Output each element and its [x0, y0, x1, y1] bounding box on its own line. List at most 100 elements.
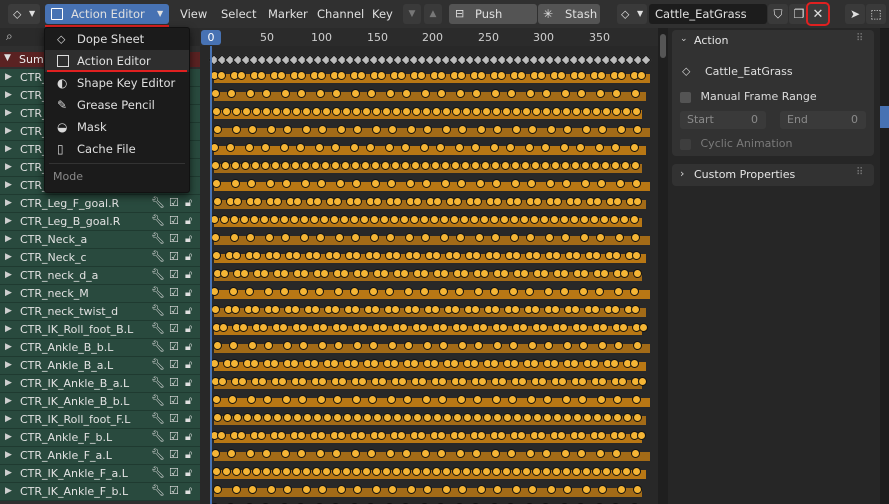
keyframe[interactable] [542, 107, 551, 116]
keyframe[interactable] [597, 431, 606, 440]
keyframe[interactable] [473, 413, 482, 422]
keyframe[interactable] [457, 71, 466, 80]
keyframe[interactable] [522, 467, 531, 476]
keyframe[interactable] [461, 161, 470, 170]
keyframe[interactable] [403, 413, 412, 422]
keyframe[interactable] [510, 233, 519, 242]
keyframe[interactable] [390, 359, 399, 368]
keyframe[interactable] [491, 89, 500, 98]
keyframe[interactable] [302, 125, 311, 134]
keyframe[interactable] [490, 287, 499, 296]
keyframe[interactable] [290, 215, 299, 224]
wrench-icon[interactable]: 🔧︎ [151, 412, 165, 425]
push-down-button[interactable]: ⊟ Push Down [449, 4, 537, 41]
keyframe[interactable] [293, 413, 302, 422]
keyframe[interactable] [621, 161, 630, 170]
keyframe[interactable] [570, 215, 579, 224]
keyframe[interactable] [501, 161, 510, 170]
keyframe[interactable] [610, 359, 619, 368]
checkbox-icon[interactable]: ☑ [169, 466, 179, 479]
keyframe[interactable] [211, 305, 220, 314]
keyframe[interactable] [582, 107, 591, 116]
keyframe[interactable] [300, 269, 309, 278]
current-frame-indicator[interactable]: 0 [201, 30, 221, 45]
stash-button[interactable]: ✳ Stash [538, 4, 600, 24]
keyframe[interactable] [553, 197, 562, 206]
keyframe[interactable] [530, 215, 539, 224]
channel-row[interactable]: ▶ CTR_Ankle_B_b.L 🔧︎ ☑ 🔓︎ [0, 339, 200, 357]
keyframe[interactable] [531, 305, 540, 314]
keyframe[interactable] [310, 359, 319, 368]
keyframe[interactable] [311, 161, 320, 170]
keyframe[interactable] [512, 485, 521, 494]
wrench-icon[interactable]: 🔧︎ [151, 268, 165, 281]
keyframe[interactable] [263, 413, 272, 422]
keyframe[interactable] [317, 395, 326, 404]
keyframe[interactable] [413, 413, 422, 422]
keyframe[interactable] [398, 377, 407, 386]
keyframe[interactable] [410, 215, 419, 224]
lock-icon[interactable]: 🔓︎ [185, 412, 192, 426]
expand-triangle-icon[interactable]: ▶ [5, 234, 12, 244]
keyframe[interactable] [401, 143, 410, 152]
keyframe[interactable] [264, 287, 273, 296]
keyframe[interactable] [221, 161, 230, 170]
channel-row[interactable]: ▶ CTR_neck_twist_d 🔧︎ ☑ 🔓︎ [0, 303, 200, 321]
expand-triangle-icon[interactable]: ▶ [5, 180, 12, 190]
keyframe[interactable] [337, 431, 346, 440]
keyframe[interactable] [260, 269, 269, 278]
keyframe[interactable] [332, 89, 341, 98]
keyframe[interactable] [590, 215, 599, 224]
keyframe[interactable] [337, 71, 346, 80]
keyframe[interactable] [386, 89, 395, 98]
keyframe[interactable] [471, 305, 480, 314]
keyframe[interactable] [637, 431, 646, 440]
keyframe[interactable] [352, 107, 361, 116]
checkbox-icon[interactable]: ☑ [169, 340, 179, 353]
keyframe[interactable] [318, 125, 327, 134]
keyframe[interactable] [472, 251, 481, 260]
keyframe[interactable] [222, 467, 231, 476]
keyframe[interactable] [250, 359, 259, 368]
keyframe[interactable] [491, 233, 500, 242]
keyframe[interactable] [369, 341, 378, 350]
keyframe[interactable] [457, 431, 466, 440]
keyframe[interactable] [272, 107, 281, 116]
keyframe[interactable] [332, 251, 341, 260]
keyframe[interactable] [471, 161, 480, 170]
keyframe[interactable] [281, 161, 290, 170]
keyframe[interactable] [412, 107, 421, 116]
menu-item-action-editor[interactable]: Action Editor [45, 50, 189, 72]
keyframe[interactable] [560, 143, 569, 152]
keyframe[interactable] [228, 395, 237, 404]
keyframe[interactable] [283, 341, 292, 350]
keyframe[interactable] [578, 377, 587, 386]
keyframe[interactable] [402, 107, 411, 116]
channel-row[interactable]: ▶ CTR_Neck_c 🔧︎ ☑ 🔓︎ [0, 249, 200, 267]
expand-triangle-icon[interactable]: ▶ [5, 162, 12, 172]
keyframe[interactable] [230, 215, 239, 224]
keyframe[interactable] [617, 485, 626, 494]
keyframe[interactable] [597, 395, 606, 404]
keyframe[interactable] [441, 179, 450, 188]
keyframe[interactable] [351, 449, 360, 458]
keyframe[interactable] [471, 143, 480, 152]
keyframe[interactable] [350, 143, 359, 152]
keyframe[interactable] [503, 413, 512, 422]
keyframe[interactable] [358, 377, 367, 386]
keyframe[interactable] [313, 197, 322, 206]
keyframe[interactable] [525, 287, 534, 296]
keyframe[interactable] [320, 215, 329, 224]
keyframe[interactable] [253, 413, 262, 422]
checkbox-icon[interactable]: ☑ [169, 214, 179, 227]
keyframe[interactable] [598, 485, 607, 494]
menu-marker[interactable]: Marker [268, 4, 308, 24]
keyframe[interactable] [350, 215, 359, 224]
keyframe[interactable] [282, 395, 291, 404]
keyframe[interactable] [511, 161, 520, 170]
keyframe[interactable] [532, 107, 541, 116]
lock-icon[interactable]: 🔓︎ [185, 358, 192, 372]
keyframe[interactable] [631, 161, 640, 170]
keyframe[interactable] [296, 143, 305, 152]
menu-item-grease-pencil[interactable]: ✎ Grease Pencil [45, 94, 189, 116]
